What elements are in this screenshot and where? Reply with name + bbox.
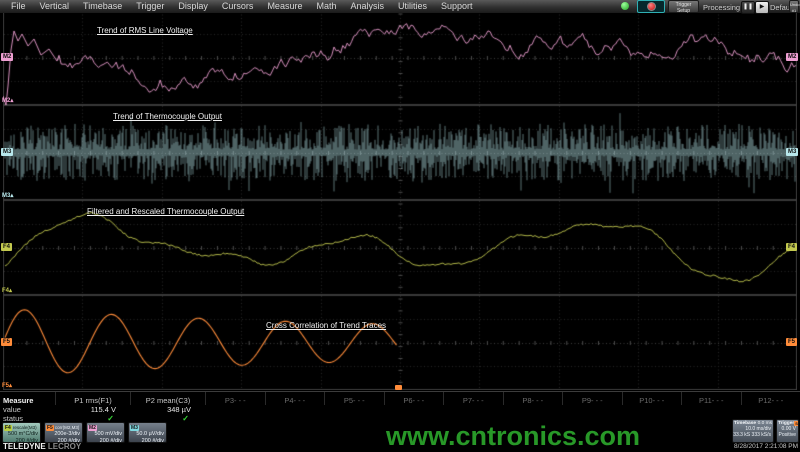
- measure-col-header[interactable]: P3- - -: [205, 392, 265, 405]
- channel-function-label: corr(M2,M3): [55, 425, 80, 430]
- measure-col-header[interactable]: P7- - -: [443, 392, 503, 405]
- timebase-descriptor[interactable]: Timebase 0.0 ms 10.0 ms/div 33.3 kS 333 …: [732, 419, 774, 443]
- channel-scale-line: 500 m°C/div: [3, 431, 40, 438]
- measure-value: 348 µV: [130, 405, 205, 414]
- measure-status-check: [324, 414, 384, 423]
- measure-status-check: [205, 414, 265, 423]
- measure-col-header[interactable]: P10- - -: [622, 392, 682, 405]
- camera-icon: [647, 2, 656, 11]
- channel-function-label: rescale(M3): [13, 425, 37, 430]
- zero-level-tag-f5-right[interactable]: F5: [786, 338, 797, 346]
- channel-descriptor-f5[interactable]: F5corr(M2,M3)200e-3/div200 #/div: [44, 422, 83, 443]
- f5-trace-end-marker: [395, 385, 402, 390]
- menu-item-cursors[interactable]: Cursors: [215, 0, 261, 13]
- trigger-descriptor[interactable]: Trigger Stopped 0.00 V Positive: [776, 419, 799, 443]
- zero-level-tag-m2-left[interactable]: M2: [1, 53, 13, 61]
- watermark: www.cntronics.com: [386, 421, 640, 452]
- channel-chip: M3: [130, 425, 139, 431]
- menu-item-support[interactable]: Support: [434, 0, 480, 13]
- menu-item-file[interactable]: File: [4, 0, 33, 13]
- measure-value: [741, 405, 800, 414]
- measure-row-label: value: [0, 405, 55, 414]
- channel-descriptor-m3[interactable]: M350.0 µV/div200 #/div: [128, 422, 167, 443]
- zero-level-tag-m3-left[interactable]: M3: [1, 148, 13, 156]
- menu-item-math[interactable]: Math: [309, 0, 343, 13]
- zero-level-tag-f4-right[interactable]: F4: [786, 243, 797, 251]
- measure-col-header[interactable]: P8- - -: [503, 392, 563, 405]
- measure-col-header[interactable]: P1 rms(F1): [55, 392, 130, 405]
- channel-chip: M2: [88, 425, 97, 431]
- measure-value: 115.4 V: [55, 405, 130, 414]
- trace-title-m3: Trend of Thermocouple Output: [113, 112, 222, 121]
- measure-col-header[interactable]: P12- - -: [741, 392, 800, 405]
- measure-value: [503, 405, 563, 414]
- hardcopy-button[interactable]: [637, 0, 665, 13]
- channel-descriptor-f4[interactable]: F4rescale(M3)500 m°C/div200 #/div: [2, 422, 41, 443]
- trace-title-m2: Trend of RMS Line Voltage: [97, 26, 193, 35]
- measure-col-header[interactable]: P4- - -: [265, 392, 325, 405]
- channel-scale-line: 200 #/div: [87, 438, 124, 444]
- status-led-icon: [621, 2, 629, 10]
- menu-item-trigger[interactable]: Trigger: [129, 0, 171, 13]
- undo-button[interactable]: Undo #1: [789, 0, 799, 13]
- measure-value: [622, 405, 682, 414]
- measure-col-header[interactable]: P6- - -: [384, 392, 444, 405]
- trace-title-f4: Filtered and Rescaled Thermocouple Outpu…: [87, 207, 244, 216]
- menu-item-analysis[interactable]: Analysis: [343, 0, 391, 13]
- grid-indicator-f4: F4▴: [2, 288, 12, 294]
- datetime-display: 8/28/2017 2:21:08 PM: [734, 443, 798, 450]
- scope-display[interactable]: [3, 10, 797, 390]
- trigger-slope: Positive: [777, 432, 798, 438]
- play-button[interactable]: ▶: [755, 1, 769, 14]
- channel-scale-line: 200 #/div: [129, 438, 166, 444]
- measure-col-header[interactable]: P5- - -: [324, 392, 384, 405]
- channel-chip: F4: [4, 425, 12, 431]
- trace-title-f5: Cross Correlation of Trend Traces: [266, 321, 386, 330]
- measure-value: [265, 405, 325, 414]
- zero-level-tag-m3-right[interactable]: M3: [786, 148, 798, 156]
- channel-chip: F5: [46, 425, 54, 431]
- zero-level-tag-f4-left[interactable]: F4: [1, 243, 12, 251]
- measure-col-header[interactable]: P2 mean(C3): [130, 392, 205, 405]
- menu-item-vertical[interactable]: Vertical: [33, 0, 77, 13]
- pause-button[interactable]: ❚❚: [741, 1, 755, 14]
- measure-table: MeasureP1 rms(F1)P2 mean(C3)P3- - -P4- -…: [0, 391, 800, 423]
- menu-item-utilities[interactable]: Utilities: [391, 0, 434, 13]
- grid-indicator-m2: M2▴: [2, 98, 13, 104]
- measure-row-label: Measure: [0, 392, 55, 405]
- measure-value: [562, 405, 622, 414]
- channel-descriptor-m2[interactable]: M2500 mV/div200 #/div: [86, 422, 125, 443]
- measure-col-header[interactable]: P9- - -: [562, 392, 622, 405]
- processing-status: Processing: [703, 3, 740, 12]
- measure-col-header[interactable]: P11- - -: [681, 392, 741, 405]
- grid-indicator-f5: F5▴: [2, 383, 12, 389]
- measure-value: [384, 405, 444, 414]
- menu-item-display[interactable]: Display: [171, 0, 215, 13]
- measure-value: [681, 405, 741, 414]
- measure-value: [443, 405, 503, 414]
- zero-level-tag-m2-right[interactable]: M2: [786, 53, 798, 61]
- measure-value: [205, 405, 265, 414]
- trigger-setup-button[interactable]: Trigger Setup: [668, 0, 699, 13]
- menu-item-timebase[interactable]: Timebase: [76, 0, 129, 13]
- measure-value: [324, 405, 384, 414]
- grid-indicator-m3: M3▴: [2, 193, 13, 199]
- measure-status-check: [265, 414, 325, 423]
- zero-level-tag-f5-left[interactable]: F5: [1, 338, 12, 346]
- menu-item-measure[interactable]: Measure: [260, 0, 309, 13]
- timebase-sampling: 33.3 kS 333 kS/s: [733, 432, 773, 438]
